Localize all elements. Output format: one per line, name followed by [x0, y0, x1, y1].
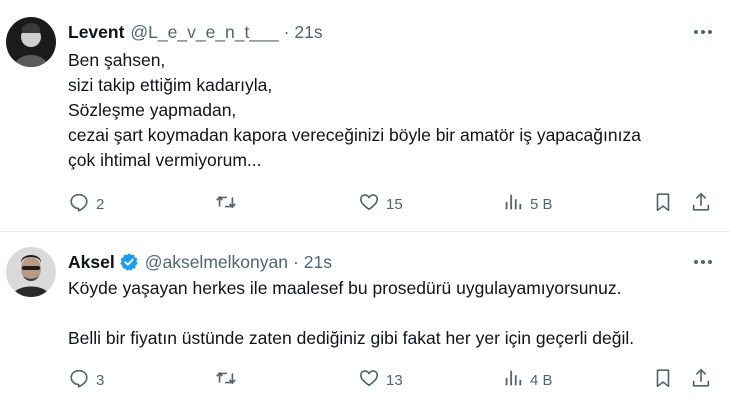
tweet-text-line: cezai şart koymadan kapora vereceğinizi … [68, 125, 641, 145]
tweet-text-line: Sözleşme yapmadan, [68, 100, 237, 120]
like-button[interactable]: 13 [358, 367, 403, 393]
tweet-text: Köyde yaşayan herkes ile maalesef bu pro… [68, 276, 718, 351]
more-icon[interactable] [690, 22, 716, 42]
retweet-icon [215, 191, 237, 217]
retweet-icon [215, 367, 237, 393]
heart-icon [358, 367, 380, 393]
tweet-header: Aksel @akselmelkonyan · 21s [68, 250, 332, 274]
retweet-button[interactable] [215, 191, 243, 217]
reply-count: 3 [96, 371, 105, 389]
user-handle[interactable]: @L_e_v_e_n_t___ [130, 22, 278, 43]
bookmark-button[interactable] [652, 191, 674, 217]
display-name[interactable]: Levent [68, 22, 124, 43]
separator-dot: · [283, 21, 290, 42]
retweet-button[interactable] [215, 367, 243, 393]
tweet-text: Ben şahsen, sizi takip ettiğim kadarıyla… [68, 48, 718, 173]
views-count: 5 B [530, 195, 553, 213]
share-icon [690, 191, 712, 217]
like-count: 15 [386, 195, 403, 213]
bookmark-icon [652, 191, 674, 217]
reply-count: 2 [96, 195, 105, 213]
views-button[interactable]: 4 B [502, 367, 553, 393]
tweet-text-line: çok ihtimal vermiyorum... [68, 150, 262, 170]
verified-badge-icon [119, 252, 139, 272]
views-icon [502, 191, 524, 217]
reply-icon [68, 367, 90, 393]
share-button[interactable] [690, 367, 712, 393]
display-name[interactable]: Aksel [68, 252, 115, 273]
avatar[interactable] [6, 17, 56, 67]
heart-icon [358, 191, 380, 217]
user-handle[interactable]: @akselmelkonyan [145, 252, 288, 273]
reply-icon [68, 191, 90, 217]
action-bar: 3 13 4 B [68, 367, 718, 393]
more-icon[interactable] [690, 252, 716, 272]
tweet-text-line: Belli bir fiyatın üstünde zaten dediğini… [68, 328, 635, 348]
share-button[interactable] [690, 191, 712, 217]
views-count: 4 B [530, 371, 553, 389]
bookmark-button[interactable] [652, 367, 674, 393]
tweet-text-line: sizi takip ettiğim kadarıyla, [68, 75, 273, 95]
bookmark-icon [652, 367, 674, 393]
share-icon [690, 367, 712, 393]
views-icon [502, 367, 524, 393]
action-bar: 2 15 5 B [68, 191, 718, 217]
tweet-header: Levent @L_e_v_e_n_t___ · 21s [68, 20, 323, 44]
timestamp[interactable]: 21s [294, 22, 322, 43]
views-button[interactable]: 5 B [502, 191, 553, 217]
timestamp[interactable]: 21s [304, 252, 332, 273]
tweet-text-line: Köyde yaşayan herkes ile maalesef bu pro… [68, 278, 622, 298]
separator-dot: · [292, 251, 299, 272]
like-button[interactable]: 15 [358, 191, 403, 217]
reply-button[interactable]: 2 [68, 191, 104, 217]
tweet[interactable]: Levent @L_e_v_e_n_t___ · 21s Ben şahsen,… [0, 0, 730, 232]
tweet[interactable]: Aksel @akselmelkonyan · 21s Köyde yaşaya… [0, 233, 730, 420]
reply-button[interactable]: 3 [68, 367, 104, 393]
paragraph-break [68, 301, 718, 326]
avatar[interactable] [6, 247, 56, 297]
like-count: 13 [386, 371, 403, 389]
tweet-text-line: Ben şahsen, [68, 50, 166, 70]
